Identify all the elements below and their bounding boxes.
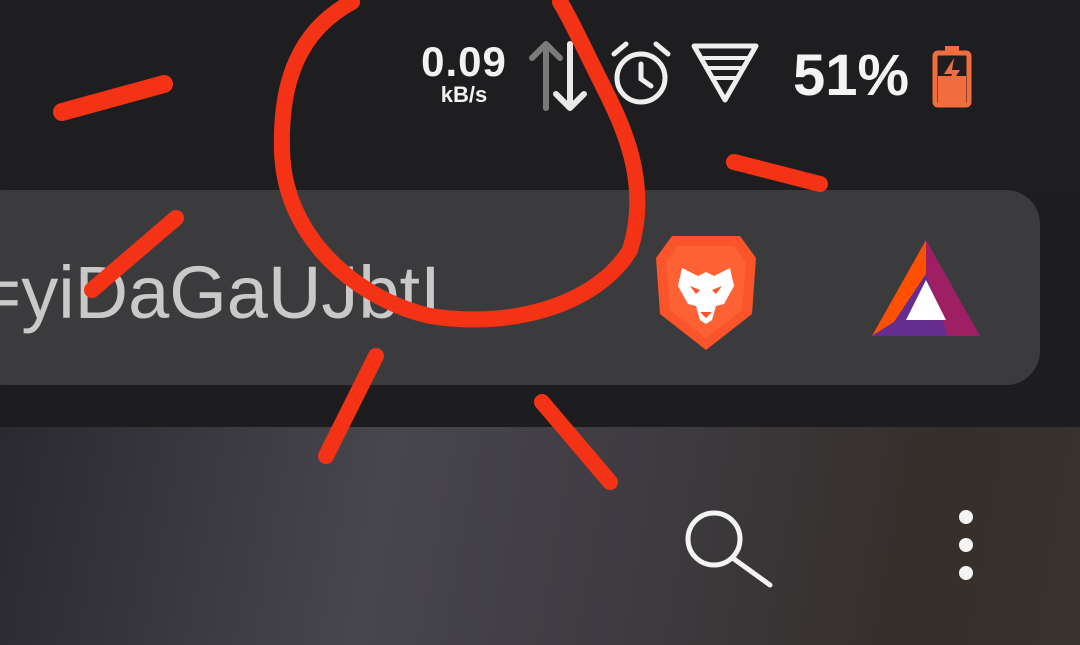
more-menu-icon[interactable] xyxy=(954,507,978,587)
page-toolbar xyxy=(0,427,1080,645)
search-icon[interactable] xyxy=(682,505,778,591)
network-speed-indicator: 0.09 kB/s xyxy=(408,40,520,106)
alarm-clock-icon xyxy=(611,41,671,105)
status-bar: 0.09 kB/s 51% xyxy=(0,0,1080,190)
data-transfer-icon xyxy=(529,41,587,111)
network-speed-unit: kB/s xyxy=(440,82,488,107)
wifi-icon xyxy=(691,43,759,103)
network-speed-value: 0.09 xyxy=(421,38,507,85)
brave-lion-icon[interactable] xyxy=(652,232,760,354)
url-text[interactable]: =yiDaGaUJbtI xyxy=(0,248,441,338)
header-divider xyxy=(0,385,1080,427)
battery-charging-icon xyxy=(932,46,972,108)
battery-percent: 51% xyxy=(793,43,910,108)
bat-rewards-icon[interactable] xyxy=(868,236,984,342)
